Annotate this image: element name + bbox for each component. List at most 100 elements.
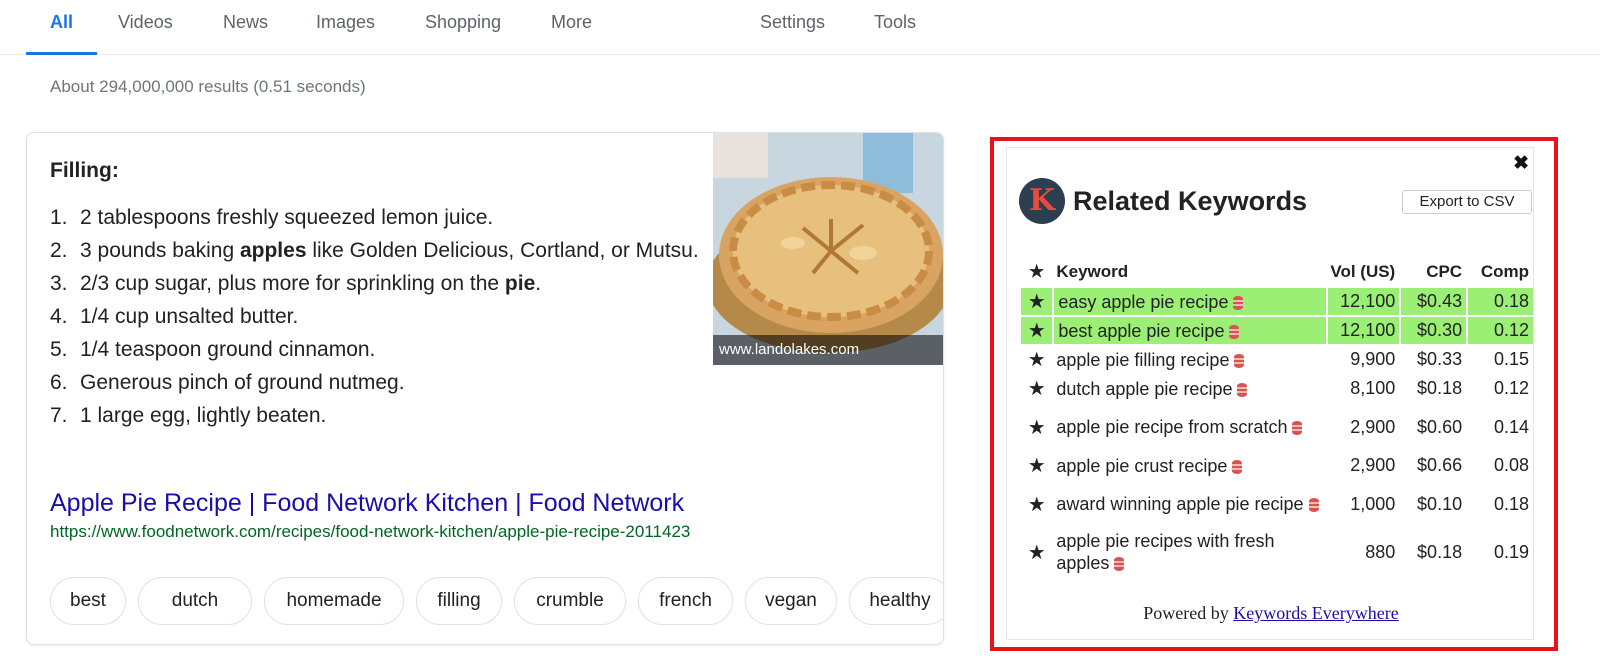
keyword-cell[interactable]: award winning apple pie recipe bbox=[1052, 481, 1326, 527]
chip-vegan[interactable]: vegan bbox=[745, 577, 837, 625]
keyword-text: apple pie crust recipe bbox=[1056, 455, 1228, 476]
column-cpc: CPC bbox=[1426, 262, 1463, 281]
table-header-row: ★ Keyword Vol (US) CPC Comp bbox=[1021, 262, 1533, 286]
powered-by-label: Powered by bbox=[1143, 603, 1229, 623]
chip-homemade[interactable]: homemade bbox=[264, 577, 404, 625]
tab-settings[interactable]: Settings bbox=[760, 0, 825, 55]
chip-filling[interactable]: filling bbox=[416, 577, 502, 625]
keyword-text: easy apple pie recipe bbox=[1058, 291, 1229, 312]
ingredient-text: like Golden Delicious, Cortland, or Muts… bbox=[306, 239, 699, 262]
apple-pie-picture bbox=[713, 133, 943, 365]
volume-cell: 9,900 bbox=[1350, 349, 1396, 369]
keyword-cell[interactable]: apple pie crust recipe bbox=[1052, 452, 1326, 479]
database-icon[interactable] bbox=[1229, 324, 1240, 339]
database-icon[interactable] bbox=[1114, 557, 1125, 571]
cpc-cell: $0.18 bbox=[1417, 378, 1463, 398]
close-icon[interactable]: ✖ bbox=[1513, 152, 1529, 175]
column-comp: Comp bbox=[1480, 262, 1529, 281]
keyword-cell[interactable]: apple pie filling recipe bbox=[1052, 346, 1326, 373]
column-volume: Vol (US) bbox=[1330, 262, 1396, 281]
database-icon[interactable] bbox=[1237, 382, 1248, 397]
tab-more[interactable]: More bbox=[551, 0, 592, 55]
ingredient-text: 3 pounds baking bbox=[80, 239, 240, 262]
volume-cell: 8,100 bbox=[1350, 378, 1396, 398]
keyword-cell[interactable]: apple pie recipes with fresh apples bbox=[1052, 529, 1326, 575]
star-icon[interactable]: ★ bbox=[1021, 404, 1052, 450]
ingredient-number: 4. bbox=[50, 305, 68, 328]
star-icon[interactable]: ★ bbox=[1021, 288, 1053, 315]
keyword-row: ★ apple pie recipe from scratch 2,900 $0.60… bbox=[1021, 404, 1533, 450]
keyword-row: ★ easy apple pie recipe 12,100 $0.43 0.18 bbox=[1021, 288, 1533, 315]
bold-term: pie bbox=[504, 272, 536, 295]
comp-cell: 0.12 bbox=[1493, 378, 1529, 398]
database-icon[interactable] bbox=[1233, 295, 1244, 310]
tab-shopping[interactable]: Shopping bbox=[425, 0, 501, 55]
keyword-cell[interactable]: apple pie recipe from scratch bbox=[1052, 404, 1326, 450]
keyword-cell[interactable]: best apple pie recipe bbox=[1052, 317, 1327, 344]
ingredient-text: 1 large egg, lightly beaten. bbox=[80, 404, 327, 427]
database-icon[interactable] bbox=[1292, 421, 1303, 435]
column-keyword: Keyword bbox=[1056, 262, 1129, 281]
ingredient-number: 6. bbox=[50, 371, 68, 394]
cpc-cell: $0.18 bbox=[1417, 541, 1463, 562]
ingredient-text: 2 tablespoons freshly squeezed lemon jui… bbox=[80, 206, 494, 229]
ingredient-item: 7. 1 large egg, lightly beaten. bbox=[50, 401, 710, 430]
image-source-caption: www.landolakes.com bbox=[713, 335, 943, 365]
tab-tools[interactable]: Tools bbox=[874, 0, 916, 55]
ingredient-item: 1. 2 tablespoons freshly squeezed lemon j… bbox=[50, 203, 710, 232]
featured-snippet-card: Filling: 1. 2 tablespoons freshly squeeze… bbox=[26, 132, 944, 645]
comp-cell: 0.12 bbox=[1466, 317, 1533, 344]
keyword-row: ★ apple pie crust recipe 2,900 $0.66 0.08 bbox=[1021, 452, 1533, 479]
ingredient-item: 5. 1/4 teaspoon ground cinnamon. bbox=[50, 335, 710, 364]
star-icon[interactable]: ★ bbox=[1021, 481, 1052, 527]
keyword-row: ★ dutch apple pie recipe 8,100 $0.18 0.12 bbox=[1021, 375, 1533, 402]
volume-cell: 2,900 bbox=[1350, 455, 1396, 475]
volume-cell: 2,900 bbox=[1350, 416, 1396, 437]
star-icon[interactable]: ★ bbox=[1021, 452, 1052, 479]
keywords-table: ★ Keyword Vol (US) CPC Comp ★ easy apple … bbox=[1021, 260, 1533, 577]
ingredient-number: 3. bbox=[50, 272, 68, 295]
chip-french[interactable]: french bbox=[638, 577, 733, 625]
tab-all[interactable]: All bbox=[25, 0, 98, 55]
star-icon[interactable]: ★ bbox=[1021, 529, 1052, 575]
ingredient-text: 1/4 cup unsalted butter. bbox=[80, 305, 299, 328]
keyword-row: ★ award winning apple pie recipe 1,000 $0.1… bbox=[1021, 481, 1533, 527]
database-icon[interactable] bbox=[1234, 353, 1245, 368]
keyword-text: apple pie recipes with fresh apples bbox=[1056, 531, 1275, 573]
keyword-cell[interactable]: easy apple pie recipe bbox=[1052, 288, 1327, 315]
star-icon[interactable]: ★ bbox=[1021, 375, 1052, 402]
keyword-cell[interactable]: dutch apple pie recipe bbox=[1052, 375, 1326, 402]
chip-best[interactable]: best bbox=[50, 577, 126, 625]
tab-news[interactable]: News bbox=[223, 0, 268, 55]
refinement-chips: best dutch homemade filling crumble fren… bbox=[50, 577, 943, 627]
tab-images[interactable]: Images bbox=[316, 0, 375, 55]
ingredient-item: 4. 1/4 cup unsalted butter. bbox=[50, 302, 710, 331]
comp-cell: 0.18 bbox=[1466, 288, 1533, 315]
chip-crumble[interactable]: crumble bbox=[514, 577, 626, 625]
cpc-cell: $0.60 bbox=[1417, 416, 1463, 437]
star-icon[interactable]: ★ bbox=[1021, 317, 1053, 344]
export-csv-button[interactable]: Export to CSV bbox=[1402, 190, 1532, 214]
keywords-everywhere-link[interactable]: Keywords Everywhere bbox=[1233, 603, 1398, 623]
chip-dutch[interactable]: dutch bbox=[138, 577, 252, 625]
ingredient-list: 1. 2 tablespoons freshly squeezed lemon j… bbox=[50, 203, 710, 434]
database-icon[interactable] bbox=[1232, 459, 1243, 474]
related-keywords-widget-frame: ✖ K Related Keywords Export to CSV ★ Key… bbox=[990, 137, 1558, 651]
cpc-cell: $0.33 bbox=[1417, 349, 1463, 369]
keyword-row: ★ apple pie recipes with fresh apples 880 $… bbox=[1021, 529, 1533, 575]
result-title-link[interactable]: Apple Pie Recipe | Food Network Kitchen … bbox=[50, 489, 684, 518]
star-icon[interactable]: ★ bbox=[1021, 346, 1052, 373]
volume-cell: 880 bbox=[1365, 541, 1396, 562]
comp-cell: 0.14 bbox=[1493, 416, 1529, 437]
chip-healthy[interactable]: healthy bbox=[849, 577, 943, 625]
ingredient-number: 1. bbox=[50, 206, 68, 229]
keyword-row: ★ best apple pie recipe 12,100 $0.30 0.12 bbox=[1021, 317, 1533, 344]
database-icon[interactable] bbox=[1308, 498, 1319, 512]
comp-cell: 0.08 bbox=[1493, 455, 1529, 475]
cpc-cell: $0.66 bbox=[1417, 455, 1463, 475]
star-icon[interactable]: ★ bbox=[1021, 262, 1052, 286]
tab-videos[interactable]: Videos bbox=[118, 0, 173, 55]
keyword-row: ★ apple pie filling recipe 9,900 $0.33 0.15 bbox=[1021, 346, 1533, 373]
ingredient-text: 2/3 cup sugar, plus more for sprinkling … bbox=[80, 272, 505, 295]
pie-image[interactable]: www.landolakes.com bbox=[713, 133, 943, 365]
